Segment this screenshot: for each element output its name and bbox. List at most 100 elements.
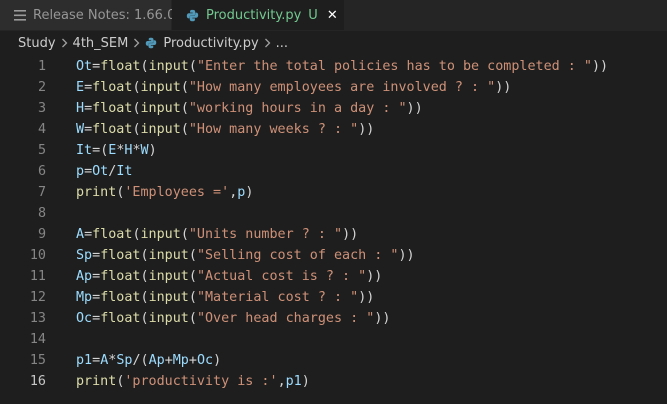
code-content: Mp=float(input("Material cost ? : "))	[46, 287, 374, 308]
code-token-str: "Enter the total policies has to be comp…	[196, 59, 592, 74]
editor-area[interactable]: 1 Ot=float(input("Enter the total policie…	[0, 56, 667, 404]
code-token-op: =	[84, 80, 93, 95]
code-token-punc: ))	[398, 248, 415, 263]
code-token-punc: ,	[277, 374, 286, 389]
code-token-str: 'Employees ='	[124, 185, 230, 200]
code-token-var: W	[140, 143, 149, 158]
code-line[interactable]: 10 Sp=float(input("Selling cost of each :…	[0, 245, 667, 266]
code-line[interactable]: 13 Oc=float(input("Over head charges : ")…	[0, 308, 667, 329]
code-token-fn: print	[76, 374, 117, 389]
line-number: 7	[37, 185, 46, 200]
code-content: print('Employees =',p)	[46, 182, 253, 203]
code-token-fn: input	[140, 80, 181, 95]
code-token-str: "working hours in a day : "	[188, 101, 407, 116]
code-line[interactable]: 5 It=(E*H*W)	[0, 140, 667, 161]
code-token-punc: (	[188, 248, 197, 263]
code-token-op: =	[92, 311, 101, 326]
code-line[interactable]: 4 W=float(input("How many weeks ? : "))	[0, 119, 667, 140]
code-content: H=float(input("working hours in a day : …	[46, 98, 423, 119]
code-line[interactable]: 15 p1=A*Sp/(Ap+Mp+Oc)	[0, 350, 667, 371]
code-token-punc: )	[213, 353, 222, 368]
code-token-op: =	[92, 269, 101, 284]
code-token-fn: input	[148, 59, 189, 74]
code-token-fn: float	[92, 227, 133, 242]
code-token-var: It	[76, 143, 93, 158]
code-token-var: p1	[76, 353, 93, 368]
code-token-var: Oc	[196, 353, 214, 368]
code-token-op: =	[84, 227, 93, 242]
code-token-op: /	[132, 353, 141, 368]
code-token-fn: float	[100, 248, 141, 263]
code-token-var: It	[116, 164, 133, 179]
code-token-punc: (	[140, 59, 149, 74]
breadcrumb-item-study[interactable]: Study	[18, 36, 56, 51]
code-token-op: +	[164, 353, 173, 368]
tab-release-notes[interactable]: Release Notes: 1.66.0	[0, 0, 176, 30]
code-token-fn: float	[100, 59, 141, 74]
code-token-fn: input	[148, 248, 189, 263]
python-icon	[186, 9, 199, 22]
code-token-var: Ap	[76, 269, 93, 284]
code-token-punc: (	[180, 227, 189, 242]
code-editor-window: Release Notes: 1.66.0 Productivity.py U …	[0, 0, 667, 404]
code-token-punc: (	[132, 101, 141, 116]
tab-bar-empty-area	[344, 0, 667, 30]
code-token-op: =	[84, 122, 93, 137]
close-tab-button[interactable]: ✕	[327, 8, 338, 23]
code-content: W=float(input("How many weeks ? : "))	[46, 119, 374, 140]
code-token-var: p1	[285, 374, 302, 389]
code-token-punc: ))	[342, 227, 359, 242]
code-content: Oc=float(input("Over head charges : "))	[46, 308, 390, 329]
breadcrumb-item-file[interactable]: Productivity.py	[163, 36, 258, 51]
code-line[interactable]: 12 Mp=float(input("Material cost ? : "))	[0, 287, 667, 308]
code-content: p=Ot/It	[46, 161, 132, 182]
line-number: 12	[29, 290, 46, 305]
code-line[interactable]: 9 A=float(input("Units number ? : "))	[0, 224, 667, 245]
code-token-op: +	[188, 353, 197, 368]
tab-label: Release Notes: 1.66.0	[33, 7, 176, 23]
code-content: A=float(input("Units number ? : "))	[46, 224, 358, 245]
line-number: 2	[37, 80, 46, 95]
breadcrumb: Study 4th_SEM Productivity.py ...	[0, 31, 667, 55]
code-line[interactable]: 11 Ap=float(input("Actual cost is ? : "))	[0, 266, 667, 287]
code-line[interactable]: 7 print('Employees =',p)	[0, 182, 667, 203]
code-line[interactable]: 16 print('productivity is :',p1)	[0, 371, 667, 392]
code-token-var: Ot	[92, 164, 109, 179]
code-line[interactable]: 1 Ot=float(input("Enter the total policie…	[0, 56, 667, 77]
code-token-punc: (	[188, 311, 197, 326]
code-line[interactable]: 14	[0, 329, 667, 350]
code-token-str: "Actual cost is ? : "	[196, 269, 367, 284]
code-token-op: =	[84, 164, 93, 179]
code-line[interactable]: 3 H=float(input("working hours in a day :…	[0, 98, 667, 119]
code-token-punc: (	[132, 227, 141, 242]
code-content: Ot=float(input("Enter the total policies…	[46, 56, 608, 77]
breadcrumb-item-4th-sem[interactable]: 4th_SEM	[73, 36, 129, 51]
line-number: 1	[37, 59, 46, 74]
tab-productivity-py[interactable]: Productivity.py U ✕	[172, 0, 344, 30]
code-token-var: Ap	[148, 353, 165, 368]
code-token-str: "Material cost ? : "	[196, 290, 359, 305]
code-token-punc: (	[140, 269, 149, 284]
code-token-op: =	[92, 143, 101, 158]
code-token-punc: (	[140, 290, 149, 305]
code-token-fn: float	[100, 269, 141, 284]
code-line[interactable]: 6 p=Ot/It	[0, 161, 667, 182]
line-number: 16	[29, 374, 46, 389]
code-token-op: =	[92, 59, 101, 74]
code-token-str: "Units number ? : "	[188, 227, 343, 242]
code-line[interactable]: 2 E=float(input("How many employees are i…	[0, 77, 667, 98]
code-token-var: Sp	[116, 353, 133, 368]
code-token-fn: float	[92, 80, 133, 95]
code-token-punc: (	[180, 101, 189, 116]
code-content: Ap=float(input("Actual cost is ? : "))	[46, 266, 382, 287]
code-content: It=(E*H*W)	[46, 140, 157, 161]
code-token-punc: (	[188, 269, 197, 284]
breadcrumb-item-symbols[interactable]: ...	[276, 36, 288, 51]
code-token-punc: (	[132, 122, 141, 137]
code-token-punc: )	[245, 185, 254, 200]
code-content	[46, 329, 76, 350]
code-token-op: =	[92, 290, 101, 305]
code-token-fn: float	[92, 122, 133, 137]
code-token-punc: ))	[366, 269, 383, 284]
code-line[interactable]: 8	[0, 203, 667, 224]
